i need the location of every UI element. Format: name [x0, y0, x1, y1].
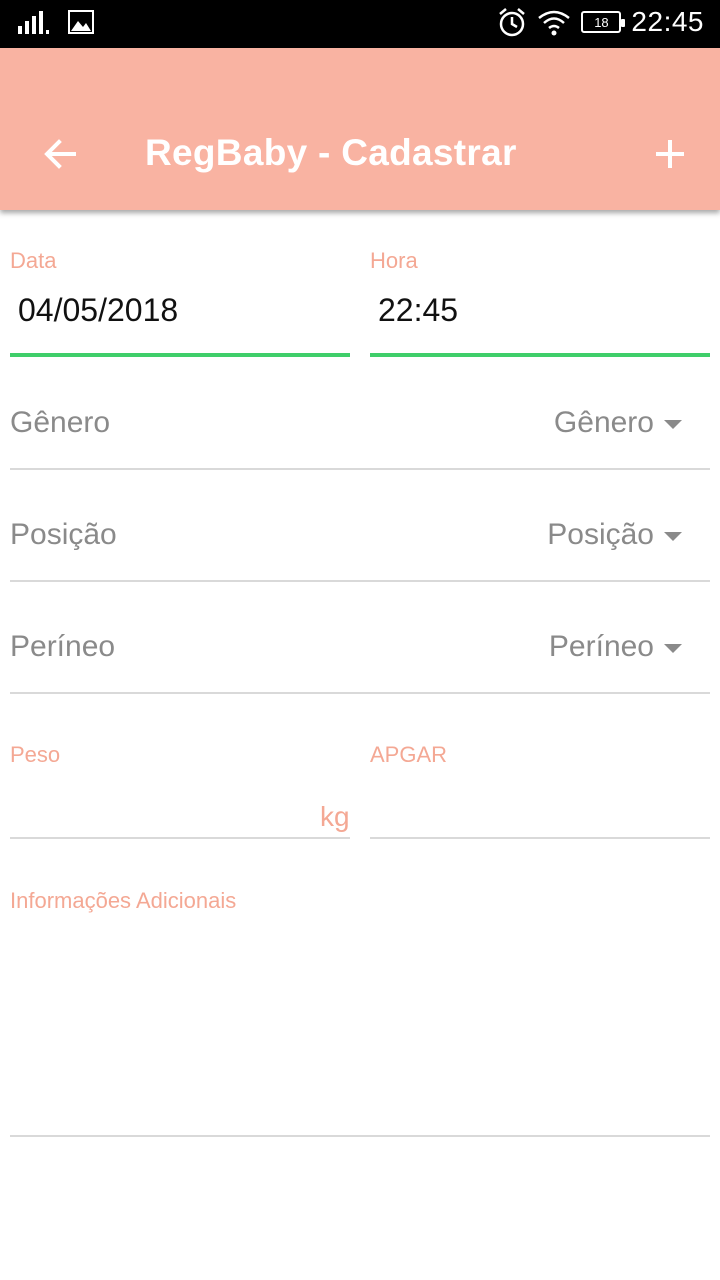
apgar-label: APGAR	[370, 742, 448, 767]
hora-underline	[370, 353, 710, 357]
peso-underline	[10, 837, 350, 839]
info-label: Informações Adicionais	[10, 888, 237, 913]
genero-label: Gênero	[10, 406, 111, 439]
data-underline	[10, 353, 350, 357]
peso-unit: kg	[320, 801, 350, 832]
info-underline	[10, 1135, 710, 1137]
chevron-down-icon	[664, 644, 682, 653]
page-title: RegBaby - Cadastrar	[145, 132, 517, 173]
perineo-select-row: Períneo Períneo	[10, 582, 710, 694]
add-button[interactable]	[650, 134, 690, 174]
battery-icon: 18	[581, 11, 626, 33]
data-input[interactable]: 04/05/2018	[18, 292, 178, 329]
posicao-select-row: Posição Posição	[10, 470, 710, 582]
status-left-icons	[18, 10, 94, 34]
status-bar: 18 22:45	[0, 0, 720, 48]
battery-level: 18	[594, 14, 609, 30]
genero-selected: Gênero	[553, 406, 654, 439]
app-bar: RegBaby - Cadastrar	[0, 48, 720, 210]
perineo-selected: Períneo	[548, 630, 654, 663]
arrow-back-icon	[44, 139, 76, 169]
chevron-down-icon	[664, 532, 682, 541]
posicao-label: Posição	[10, 518, 117, 551]
status-time: 22:45	[631, 6, 704, 37]
plus-icon	[656, 140, 684, 168]
alarm-icon	[499, 8, 526, 37]
hora-input[interactable]: 22:45	[378, 292, 458, 329]
perineo-underline	[10, 692, 710, 694]
data-label: Data	[10, 248, 57, 273]
genero-select-row: Gênero Gênero	[10, 358, 710, 470]
wifi-icon	[538, 10, 571, 36]
hora-label: Hora	[370, 248, 418, 273]
status-right-icons: 18 22:45	[497, 6, 704, 38]
peso-label: Peso	[10, 742, 61, 767]
image-icon	[68, 10, 94, 34]
perineo-label: Períneo	[10, 630, 116, 663]
apgar-underline	[370, 837, 710, 839]
back-button[interactable]	[40, 134, 88, 174]
chevron-down-icon	[664, 420, 682, 429]
signal-icon	[18, 11, 49, 34]
posicao-selected: Posição	[547, 518, 654, 551]
